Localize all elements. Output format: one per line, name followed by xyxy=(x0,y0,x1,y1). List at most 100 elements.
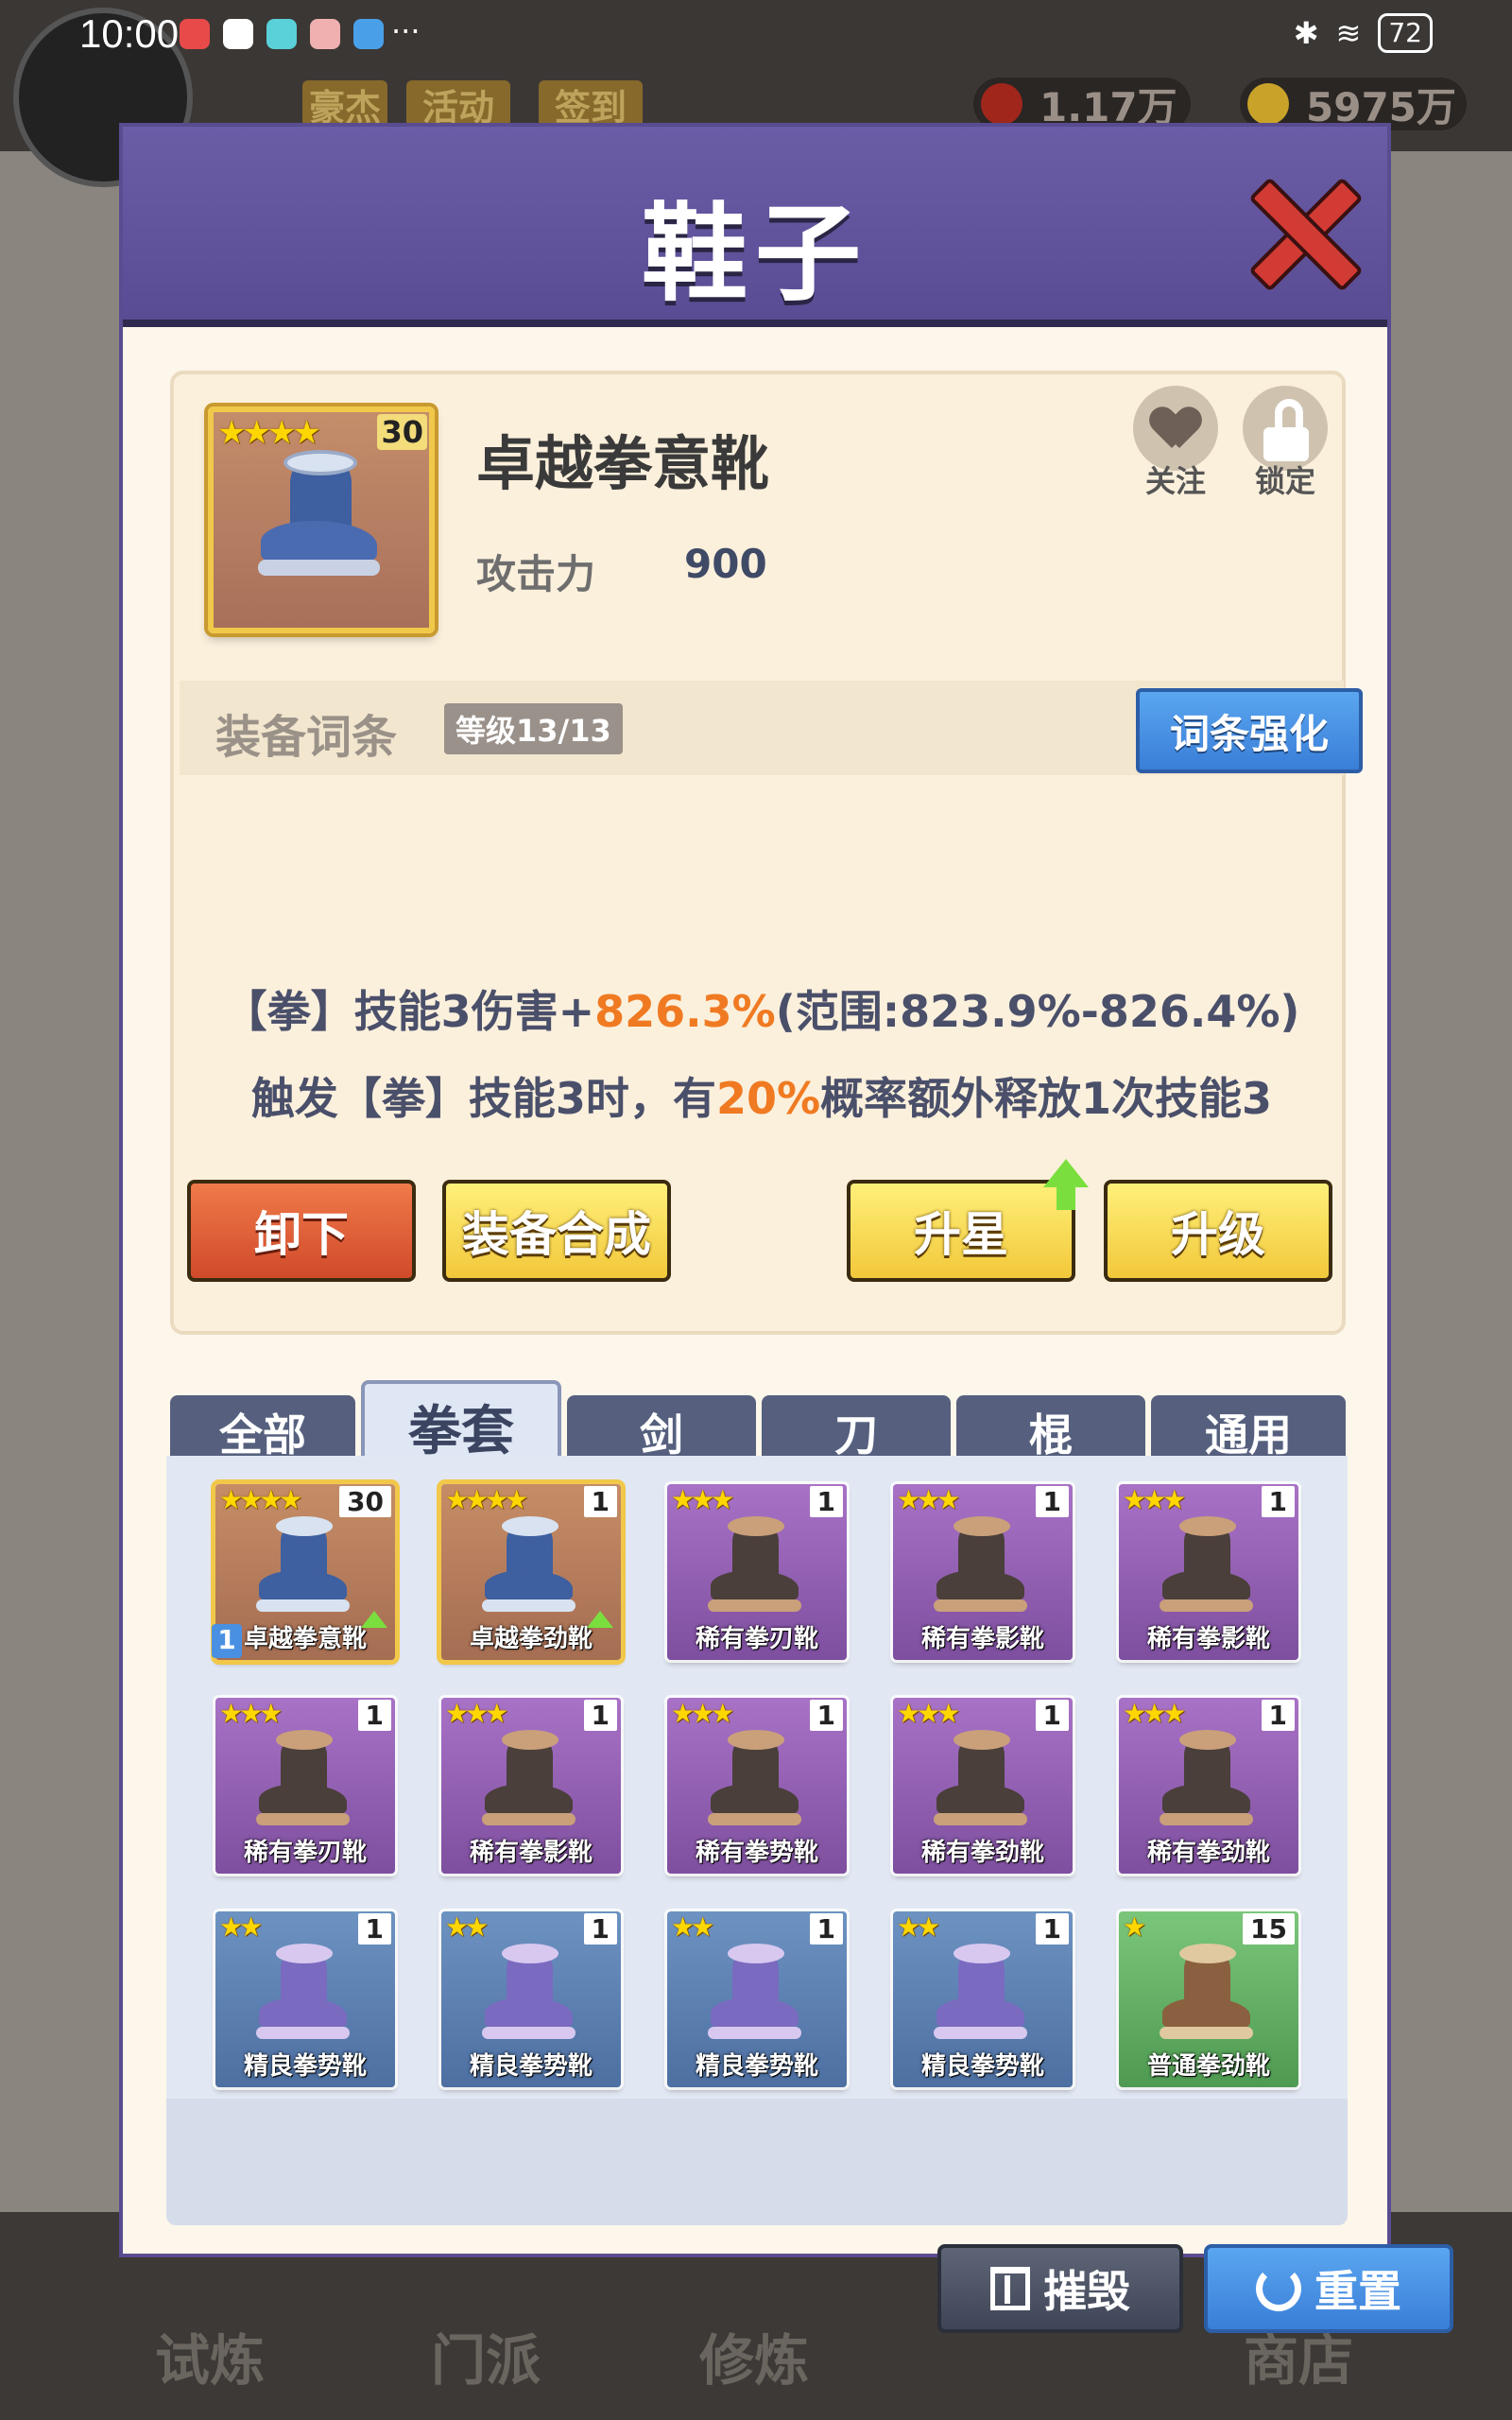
item-icon-frame: ★★★★ 30 xyxy=(208,406,435,633)
upgrade-button[interactable]: 升级 xyxy=(1104,1180,1332,1282)
inventory-item-name: 稀有拳势靴 xyxy=(695,1839,818,1867)
inventory-item[interactable]: ★★★ 1 稀有拳劲靴 xyxy=(1119,1698,1298,1874)
bluetooth-icon: ✱ xyxy=(1293,15,1319,51)
app-notification-icon xyxy=(310,19,340,49)
boot-icon xyxy=(696,1509,818,1632)
affix-line-1: 【拳】技能3伤害+826.3%(范围:823.9%-826.4%) xyxy=(174,977,1349,1040)
inventory-item[interactable]: ★★★ 1 稀有拳刃靴 xyxy=(667,1484,847,1660)
star-up-button[interactable]: 升星 xyxy=(847,1180,1075,1282)
inventory-item-name: 普通拳劲靴 xyxy=(1146,2052,1270,2081)
category-tabs: 全部 拳套 剑 刀 棍 通用 xyxy=(170,1380,1346,1469)
star-up-label: 升星 xyxy=(914,1207,1008,1262)
equipped-badge: 1 xyxy=(212,1624,242,1658)
bg-menu-checkin: 签到 xyxy=(539,80,643,129)
inventory-panel: ★★★★ 30 卓越拳意靴 1 ★★★★ 1 卓越拳劲靴 ★★★ 1 稀有拳刃靴 ★★★ 1 稀有拳影靴… xyxy=(166,1456,1348,2225)
upgrade-arrow-icon xyxy=(361,1611,387,1628)
affix-line-2-text: 触发【拳】技能3时，有 xyxy=(250,1073,716,1124)
inventory-item[interactable]: ★★★ 1 稀有拳影靴 xyxy=(1119,1484,1298,1660)
boot-icon xyxy=(244,1509,367,1632)
item-detail-card: ★★★★ 30 卓越拳意靴 攻击力 900 关注 锁定 装备词条 等级13/13… xyxy=(170,371,1363,1335)
inventory-item[interactable]: ★★★ 1 稀有拳势靴 xyxy=(667,1698,847,1874)
inventory-item[interactable]: ★★★ 1 稀有拳影靴 xyxy=(893,1484,1073,1660)
affix-enhance-button[interactable]: 词条强化 xyxy=(1136,688,1363,773)
inventory-item[interactable]: ★★★ 1 稀有拳劲靴 xyxy=(893,1698,1073,1874)
bg-nav-cultivate: 修炼 xyxy=(699,2328,810,2393)
notification-icons xyxy=(180,19,384,49)
destroy-label: 摧毁 xyxy=(1043,2266,1130,2317)
boot-icon xyxy=(1147,1936,1270,2059)
affix-line-2: 触发【拳】技能3时，有20%概率额外释放1次技能3 xyxy=(174,1064,1349,1127)
app-notification-icon xyxy=(266,19,297,49)
bg-resource-coin: 5975万 xyxy=(1240,78,1467,130)
item-name: 卓越拳意靴 xyxy=(476,429,770,498)
affix-line-1-text: 【拳】技能3伤害+ xyxy=(223,986,595,1037)
inventory-item-name: 精良拳势靴 xyxy=(695,2052,818,2081)
system-icons: ✱ ≋ 72 xyxy=(1294,13,1433,53)
inventory-item[interactable]: ★★★★ 1 卓越拳劲靴 xyxy=(441,1484,621,1660)
affix-line-1-range: (范围:823.9%-826.4%) xyxy=(775,986,1300,1037)
bg-nav-trial: 试炼 xyxy=(155,2328,266,2393)
inventory-item[interactable]: ★★ 1 精良拳势靴 xyxy=(441,1911,621,2087)
boot-icon xyxy=(242,441,403,601)
inventory-item-name: 稀有拳影靴 xyxy=(920,1625,1044,1653)
inventory-item[interactable]: ★★★ 1 稀有拳刃靴 xyxy=(215,1698,395,1874)
affix-line-1-value: 826.3% xyxy=(594,986,776,1037)
inventory-item-name: 精良拳势靴 xyxy=(243,2052,367,2081)
inventory-item-stars: ★ xyxy=(1123,1911,1146,1943)
inventory-item-name: 稀有拳劲靴 xyxy=(920,1839,1044,1867)
boot-icon xyxy=(1147,1509,1270,1632)
boot-icon xyxy=(244,1722,367,1845)
synthesize-button[interactable]: 装备合成 xyxy=(442,1180,671,1282)
reset-button[interactable]: 重置 xyxy=(1204,2244,1453,2333)
inventory-item[interactable]: ★★★ 1 稀有拳影靴 xyxy=(441,1698,621,1874)
upgrade-arrow-icon xyxy=(587,1611,613,1628)
boot-icon xyxy=(921,1509,1044,1632)
boot-icon xyxy=(921,1722,1044,1845)
attack-label: 攻击力 xyxy=(476,551,596,597)
shoes-modal: 鞋子 ★★★★ 30 卓越拳意靴 攻击力 900 关注 锁定 装备词条 等级13… xyxy=(123,127,1453,2333)
destroy-button[interactable]: 摧毁 xyxy=(937,2244,1183,2333)
status-time: 10:00 xyxy=(79,11,180,56)
bg-menu-heroes: 豪杰 xyxy=(302,80,387,129)
shield-notification-icon xyxy=(223,19,253,49)
reset-label: 重置 xyxy=(1314,2266,1401,2317)
refresh-icon xyxy=(1256,2266,1301,2311)
trash-icon xyxy=(990,2267,1030,2310)
attack-value: 900 xyxy=(684,541,767,587)
bg-resource-gem: 1.17万 xyxy=(973,78,1191,130)
inventory-item-name: 稀有拳刃靴 xyxy=(695,1625,818,1653)
affix-level-badge: 等级13/13 xyxy=(444,703,623,754)
inventory-item[interactable]: ★★ 1 精良拳势靴 xyxy=(893,1911,1073,2087)
lock-label: 锁定 xyxy=(1254,463,1315,499)
bg-resource-gem-value: 1.17万 xyxy=(1040,83,1177,130)
affix-line-2-value: 20% xyxy=(715,1073,821,1124)
inventory-item[interactable]: ★★★★ 30 卓越拳意靴 1 xyxy=(212,1484,395,1660)
follow-label: 关注 xyxy=(1144,463,1206,499)
unequip-button[interactable]: 卸下 xyxy=(187,1180,416,1282)
gem-icon xyxy=(981,83,1022,125)
inventory-item[interactable]: ★★ 1 精良拳势靴 xyxy=(215,1911,395,2087)
affix-line-2-effect: 概率额外释放1次技能3 xyxy=(820,1073,1273,1124)
app-notification-icon xyxy=(353,19,384,49)
modal-title: 鞋子 xyxy=(642,193,868,316)
wifi-icon: ≋ xyxy=(1335,15,1362,51)
boot-icon xyxy=(470,1722,593,1845)
more-notifications-icon: ··· xyxy=(391,13,421,49)
modal-header: 鞋子 xyxy=(123,127,1387,327)
upgrade-available-arrow-icon xyxy=(1043,1159,1089,1210)
inventory-item[interactable]: ★★ 1 精良拳势靴 xyxy=(667,1911,847,2087)
status-bar: 10:00 ··· ✱ ≋ 72 xyxy=(0,0,1512,72)
synthesize-label: 装备合成 xyxy=(462,1207,651,1262)
battery-icon: 72 xyxy=(1378,13,1433,53)
inventory-item-name: 稀有拳刃靴 xyxy=(243,1839,367,1867)
inventory-item-name: 精良拳势靴 xyxy=(469,2052,593,2081)
boot-icon xyxy=(470,1936,593,2059)
heart-icon xyxy=(1153,408,1198,450)
follow-button[interactable]: 关注 xyxy=(1128,386,1223,501)
bg-menu-events: 活动 xyxy=(406,80,510,129)
bg-resource-coin-value: 5975万 xyxy=(1306,83,1456,130)
lock-button[interactable]: 锁定 xyxy=(1238,386,1332,501)
inventory-item[interactable]: ★ 15 普通拳劲靴 xyxy=(1119,1911,1298,2087)
close-icon[interactable] xyxy=(1244,174,1357,287)
coin-icon xyxy=(1247,83,1289,125)
